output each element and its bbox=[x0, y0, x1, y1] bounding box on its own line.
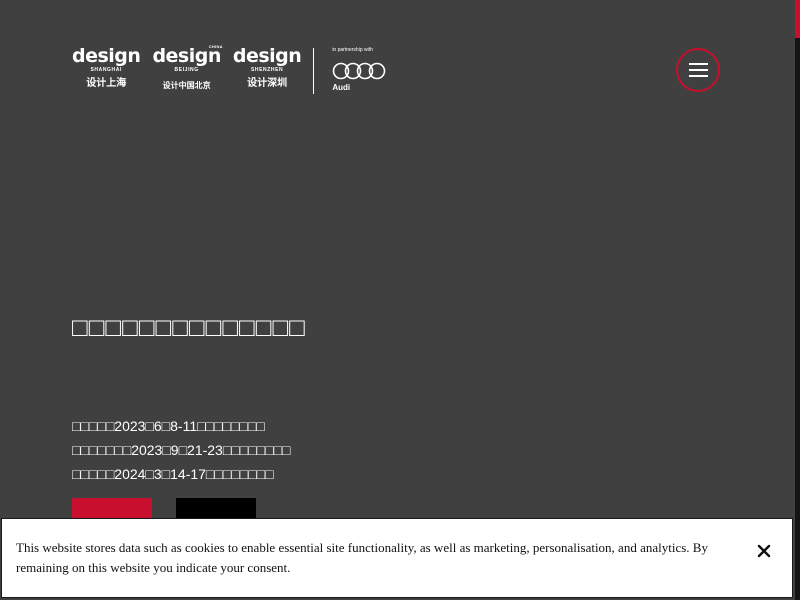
logo-design-shenzhen[interactable]: design SHENZHEN 设计深圳 bbox=[232, 45, 302, 90]
cookie-consent-text: This website stores data such as cookies… bbox=[16, 540, 708, 575]
brand-logos[interactable]: design SHANGHAI 设计上海 CHINA design BEIJIN… bbox=[72, 44, 386, 96]
event-date-line: □□□□□2023□6□8-11□□□□□□□□ bbox=[72, 418, 265, 434]
partner-logo-audi[interactable]: in partnership with Audi bbox=[332, 46, 386, 93]
logo-wordmark: design bbox=[232, 45, 302, 67]
hero-headline: □□□□□□□□□□□□□□ bbox=[72, 312, 306, 342]
logo-chinese-name: 设计深圳 bbox=[247, 78, 288, 89]
logo-city: BEIJING bbox=[174, 67, 199, 73]
logo-divider bbox=[313, 48, 315, 94]
logo-wordmark: design bbox=[152, 45, 221, 67]
cookie-consent-banner: This website stores data such as cookies… bbox=[1, 518, 793, 598]
logo-city: SHANGHAI bbox=[90, 67, 122, 73]
audi-rings-icon bbox=[333, 62, 386, 80]
menu-button[interactable] bbox=[676, 48, 720, 92]
event-dates: □□□□□2023□6□8-11□□□□□□□□ □□□□□□□2023□9□2… bbox=[72, 414, 291, 486]
close-icon[interactable] bbox=[754, 541, 774, 561]
logo-wordmark: design bbox=[72, 45, 141, 67]
logo-city: SHENZHEN bbox=[250, 67, 284, 73]
logo-design-shanghai[interactable]: design SHANGHAI 设计上海 bbox=[72, 45, 141, 90]
logo-chinese-name: 设计上海 bbox=[86, 78, 127, 89]
event-date-line: □□□□□2024□3□14-17□□□□□□□□ bbox=[72, 466, 274, 482]
page-scrollbar[interactable] bbox=[795, 0, 800, 600]
hamburger-icon bbox=[688, 75, 708, 77]
logo-design-china-beijing[interactable]: CHINA design BEIJING 设计中国北京 bbox=[152, 44, 223, 92]
partner-tagline: in partnership with bbox=[332, 47, 373, 53]
hamburger-icon bbox=[688, 69, 708, 71]
logo-chinese-name: 设计中国北京 bbox=[162, 81, 211, 90]
logo-badge: CHINA bbox=[208, 44, 223, 49]
scrollbar-thumb[interactable] bbox=[795, 0, 800, 38]
partner-name: Audi bbox=[332, 83, 351, 92]
event-date-line: □□□□□□□2023□9□21-23□□□□□□□□ bbox=[72, 442, 291, 458]
hamburger-icon bbox=[688, 63, 708, 65]
